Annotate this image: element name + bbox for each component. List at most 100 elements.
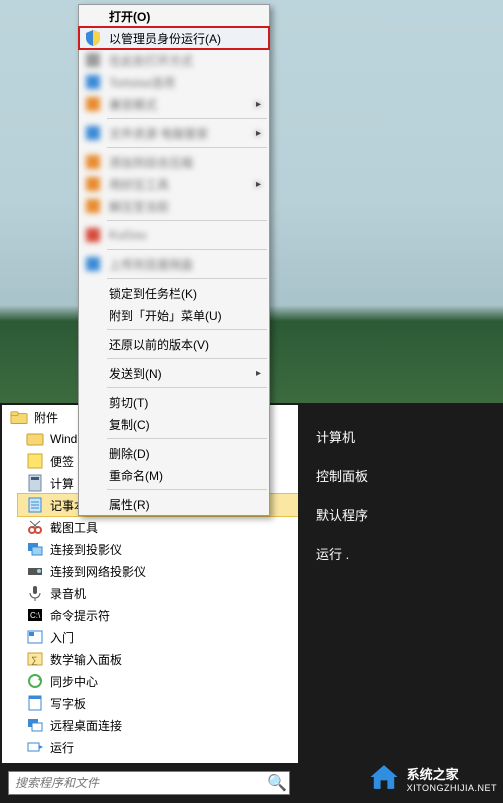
program-label: 同步中心 <box>50 673 98 690</box>
sync-center-icon <box>26 672 44 690</box>
start-right-pane: 计算机 控制面板 默认程序 运行 . <box>298 403 503 803</box>
program-item-wordpad[interactable]: 写字板 <box>18 692 298 714</box>
watermark: 系统之家 XITONGZHIJIA.NET <box>367 760 497 797</box>
explorer-icon <box>26 430 44 448</box>
generic-icon <box>84 226 102 244</box>
cm-open[interactable]: 打开(O) <box>79 5 269 27</box>
cmd-icon: C:\ <box>26 606 44 624</box>
program-item-run[interactable]: 运行 <box>18 736 298 758</box>
program-label: 数学输入面板 <box>50 651 122 668</box>
shield-icon <box>84 29 102 47</box>
separator <box>107 220 267 221</box>
separator <box>107 387 267 388</box>
cm-blurred-item[interactable]: 兼容模式 <box>79 93 269 115</box>
program-label: 入门 <box>50 629 74 646</box>
separator <box>107 147 267 148</box>
cm-blurred-item[interactable]: 文件资源 电脑管家 <box>79 122 269 144</box>
program-label: 连接到投影仪 <box>50 541 122 558</box>
program-item-sound-recorder[interactable]: 录音机 <box>18 582 298 604</box>
program-item-getting-started[interactable]: 入门 <box>18 626 298 648</box>
program-label: 命令提示符 <box>50 607 110 624</box>
cm-blurred-item[interactable]: 解压至当前 <box>79 195 269 217</box>
cm-pin-start[interactable]: 附到「开始」菜单(U) <box>79 304 269 326</box>
program-label: 录音机 <box>50 585 86 602</box>
house-icon <box>367 760 401 797</box>
program-item-sync-center[interactable]: 同步中心 <box>18 670 298 692</box>
search-box[interactable]: 🔍 <box>8 771 290 795</box>
generic-icon <box>84 175 102 193</box>
separator <box>107 358 267 359</box>
snipping-tool-icon <box>26 518 44 536</box>
cm-blurred-item[interactable]: 用好压工具 <box>79 173 269 195</box>
cm-delete[interactable]: 删除(D) <box>79 442 269 464</box>
cm-run-as-admin[interactable]: 以管理员身份运行(A) <box>79 27 269 49</box>
generic-icon <box>84 197 102 215</box>
separator <box>107 118 267 119</box>
run-icon <box>26 738 44 756</box>
cm-rename[interactable]: 重命名(M) <box>79 464 269 486</box>
separator <box>107 438 267 439</box>
math-input-icon: ∑ <box>26 650 44 668</box>
program-item-projector[interactable]: 连接到投影仪 <box>18 538 298 560</box>
right-item-run[interactable]: 运行 . <box>298 534 503 573</box>
program-label: 写字板 <box>50 695 86 712</box>
program-label: 远程桌面连接 <box>50 717 122 734</box>
wordpad-icon <box>26 694 44 712</box>
cm-blurred-item[interactable]: 在此处打开方式 <box>79 49 269 71</box>
cm-blurred-item[interactable]: 添加到综合压缩 <box>79 151 269 173</box>
program-item-math-input[interactable]: ∑ 数学输入面板 <box>18 648 298 670</box>
svg-text:∑: ∑ <box>31 655 37 665</box>
context-menu: 打开(O) 以管理员身份运行(A) 在此处打开方式 Tortoise选项 兼容模… <box>78 4 270 516</box>
sticky-notes-icon <box>26 452 44 470</box>
generic-icon <box>84 153 102 171</box>
cm-cut[interactable]: 剪切(T) <box>79 391 269 413</box>
program-label: 截图工具 <box>50 519 98 536</box>
generic-icon <box>84 124 102 142</box>
cm-run-as-admin-label: 以管理员身份运行(A) <box>109 30 221 47</box>
generic-icon <box>84 95 102 113</box>
svg-text:C:\: C:\ <box>30 611 41 620</box>
watermark-sub: XITONGZHIJIA.NET <box>407 783 497 793</box>
separator <box>107 249 267 250</box>
cm-properties[interactable]: 属性(R) <box>79 493 269 515</box>
search-icon[interactable]: 🔍 <box>265 773 289 793</box>
search-row: 🔍 <box>0 763 298 803</box>
program-label: 运行 <box>50 739 74 756</box>
calculator-icon <box>26 474 44 492</box>
generic-icon <box>84 51 102 69</box>
cm-send-to[interactable]: 发送到(N) <box>79 362 269 384</box>
notepad-icon <box>26 496 44 514</box>
cm-pin-taskbar[interactable]: 锁定到任务栏(K) <box>79 282 269 304</box>
generic-icon <box>84 255 102 273</box>
watermark-text: 系统之家 XITONGZHIJIA.NET <box>407 764 497 793</box>
program-item-remote-desktop[interactable]: 远程桌面连接 <box>18 714 298 736</box>
cm-open-label: 打开(O) <box>109 8 150 25</box>
cm-blurred-item[interactable]: KuGou <box>79 224 269 246</box>
cm-copy[interactable]: 复制(C) <box>79 413 269 435</box>
program-label: 连接到网络投影仪 <box>50 563 146 580</box>
right-item-control-panel[interactable]: 控制面板 <box>298 456 503 495</box>
right-item-default-programs[interactable]: 默认程序 <box>298 495 503 534</box>
separator <box>107 489 267 490</box>
projector-icon <box>26 540 44 558</box>
program-label: 便签 <box>50 453 74 470</box>
program-item-cmd[interactable]: C:\ 命令提示符 <box>18 604 298 626</box>
cm-blurred-item[interactable]: Tortoise选项 <box>79 71 269 93</box>
program-label: Wind <box>50 432 77 446</box>
remote-desktop-icon <box>26 716 44 734</box>
separator <box>107 278 267 279</box>
cm-blurred-item[interactable]: 上传到百度网盘 <box>79 253 269 275</box>
folder-open-icon <box>10 410 28 426</box>
sound-recorder-icon <box>26 584 44 602</box>
accessories-folder-label: 附件 <box>34 409 58 426</box>
program-item-network-projector[interactable]: 连接到网络投影仪 <box>18 560 298 582</box>
separator <box>107 329 267 330</box>
program-item-snipping-tool[interactable]: 截图工具 <box>18 516 298 538</box>
program-label: 计算 <box>50 475 74 492</box>
cm-restore-versions[interactable]: 还原以前的版本(V) <box>79 333 269 355</box>
network-projector-icon <box>26 562 44 580</box>
generic-icon <box>84 73 102 91</box>
search-input[interactable] <box>9 776 265 790</box>
getting-started-icon <box>26 628 44 646</box>
right-item-computer[interactable]: 计算机 <box>298 417 503 456</box>
